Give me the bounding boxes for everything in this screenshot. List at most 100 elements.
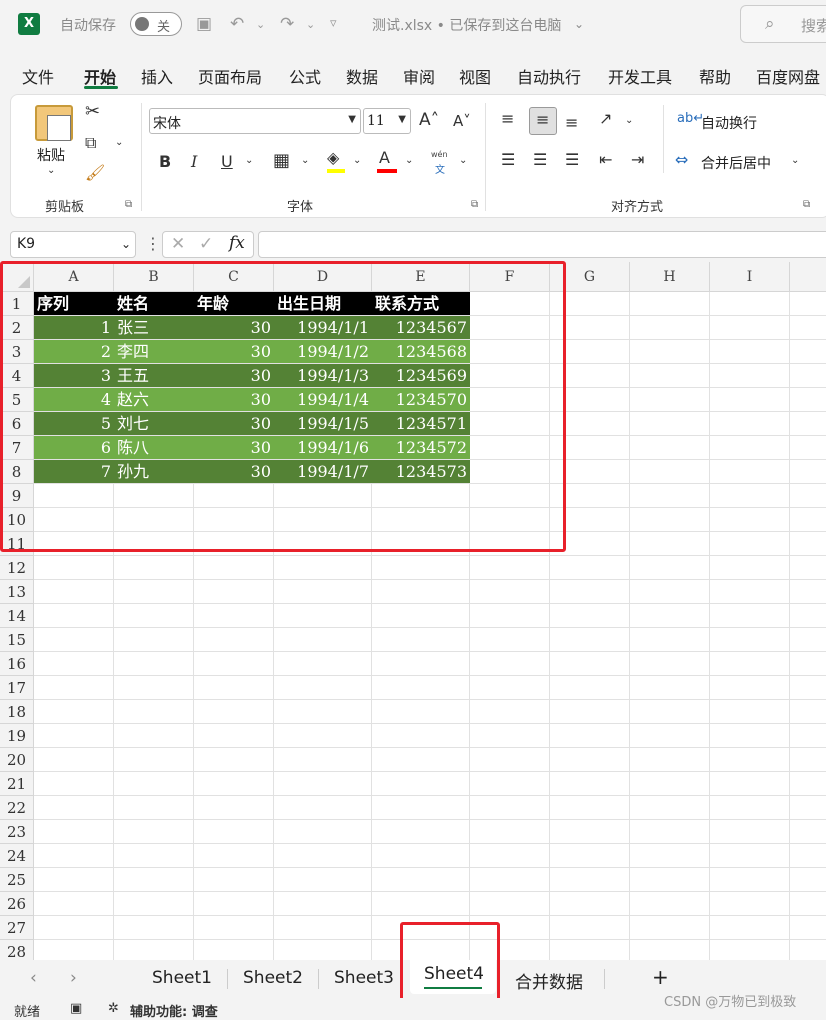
row-header[interactable]: 17	[0, 676, 34, 700]
tab-file[interactable]: 文件	[22, 64, 54, 88]
column-header[interactable]	[790, 262, 826, 292]
tab-view[interactable]: 视图	[459, 64, 491, 88]
tab-developer[interactable]: 开发工具	[608, 64, 672, 88]
row-header[interactable]: 16	[0, 652, 34, 676]
row-header[interactable]: 21	[0, 772, 34, 796]
paste-dropdown-icon[interactable]: ⌄	[47, 165, 55, 176]
merge-center-button[interactable]: 合并后居中	[701, 153, 771, 173]
row-header[interactable]: 23	[0, 820, 34, 844]
more-options-icon[interactable]: ⋮	[145, 234, 161, 253]
redo-icon[interactable]: ↷	[280, 14, 294, 34]
sheet-tab-merged-data[interactable]: 合并数据	[515, 968, 583, 993]
align-middle-button[interactable]: ≡	[529, 107, 557, 135]
name-box[interactable]: K9 ⌄	[10, 231, 136, 258]
search-box[interactable]: ⌕ 搜索	[740, 5, 826, 43]
font-name-select[interactable]: 宋体 ▼	[149, 108, 361, 134]
decrease-font-icon[interactable]: A˅	[453, 112, 471, 130]
font-launcher-icon[interactable]: ⧉	[471, 199, 478, 210]
column-header[interactable]: I	[710, 262, 790, 292]
search-placeholder: 搜索	[801, 17, 826, 35]
row-header[interactable]: 19	[0, 724, 34, 748]
format-painter-icon[interactable]: 🖌	[85, 163, 105, 182]
scroll-right-icon[interactable]: ›	[70, 968, 77, 988]
gridline	[709, 292, 710, 960]
tab-help[interactable]: 帮助	[699, 64, 731, 88]
orientation-icon[interactable]: ↗	[599, 109, 612, 128]
row-header[interactable]: 18	[0, 700, 34, 724]
increase-font-icon[interactable]: A˄	[419, 110, 439, 130]
save-icon[interactable]: ▣	[196, 14, 212, 34]
document-title[interactable]: 测试.xlsx • 已保存到这台电脑	[372, 15, 561, 35]
title-chevron-down-icon[interactable]: ⌄	[574, 17, 584, 31]
orientation-dropdown-icon[interactable]: ⌄	[625, 115, 633, 126]
italic-button[interactable]: I	[191, 152, 197, 171]
borders-icon[interactable]: ▦	[273, 150, 290, 171]
cancel-icon[interactable]: ✕	[171, 234, 185, 254]
row-header[interactable]: 26	[0, 892, 34, 916]
sheet-tab-sheet1[interactable]: Sheet1	[152, 968, 212, 988]
macro-record-icon[interactable]: ▣	[70, 1001, 82, 1016]
redo-dropdown-icon[interactable]: ⌄	[306, 18, 315, 31]
align-bottom-icon[interactable]: ≡	[565, 113, 578, 132]
pinyin-guide-icon[interactable]: wén	[431, 150, 448, 159]
row-header[interactable]: 15	[0, 628, 34, 652]
borders-dropdown-icon[interactable]: ⌄	[301, 155, 309, 166]
align-left-icon[interactable]: ☰	[501, 150, 515, 169]
tab-review[interactable]: 审阅	[403, 64, 435, 88]
row-header[interactable]: 20	[0, 748, 34, 772]
clipboard-launcher-icon[interactable]: ⧉	[125, 199, 132, 210]
tab-formulas[interactable]: 公式	[289, 64, 321, 88]
enter-icon[interactable]: ✓	[199, 234, 213, 254]
tab-data[interactable]: 数据	[346, 64, 378, 88]
row-header[interactable]: 25	[0, 868, 34, 892]
alignment-group-label: 对齐方式	[611, 200, 664, 215]
tab-baidu-netdisk[interactable]: 百度网盘	[756, 64, 820, 88]
undo-dropdown-icon[interactable]: ⌄	[256, 18, 265, 31]
fill-color-dropdown-icon[interactable]: ⌄	[353, 155, 361, 166]
alignment-launcher-icon[interactable]: ⧉	[803, 199, 810, 210]
font-size-select[interactable]: 11 ▼	[363, 108, 411, 134]
sheet-tab-sheet2[interactable]: Sheet2	[243, 968, 303, 988]
add-sheet-button[interactable]: +	[652, 965, 669, 989]
tab-insert[interactable]: 插入	[141, 64, 173, 88]
increase-indent-icon[interactable]: ⇥	[631, 150, 644, 169]
customize-toolbar-icon[interactable]: ▿	[330, 16, 337, 31]
row-header[interactable]: 12	[0, 556, 34, 580]
fill-color-icon[interactable]: ◈	[327, 148, 339, 167]
copy-dropdown-icon[interactable]: ⌄	[115, 137, 123, 148]
align-center-icon[interactable]: ☰	[533, 150, 547, 169]
underline-button[interactable]: U	[221, 152, 233, 171]
wrap-text-button[interactable]: 自动换行	[701, 113, 757, 133]
row-header[interactable]: 14	[0, 604, 34, 628]
row-header[interactable]: 28	[0, 940, 34, 960]
autosave-toggle[interactable]: 关	[130, 12, 182, 36]
tab-automate[interactable]: 自动执行	[517, 64, 581, 88]
decrease-indent-icon[interactable]: ⇤	[599, 150, 612, 169]
row-header[interactable]: 13	[0, 580, 34, 604]
sheet-tab-sheet3[interactable]: Sheet3	[334, 968, 394, 988]
row-header[interactable]: 27	[0, 916, 34, 940]
accessibility-status[interactable]: 辅助功能: 调查	[130, 1001, 218, 1020]
paste-button[interactable]: 粘贴	[37, 145, 65, 165]
row-header[interactable]: 22	[0, 796, 34, 820]
gridline	[34, 699, 826, 700]
column-header[interactable]: H	[630, 262, 710, 292]
row-header[interactable]: 24	[0, 844, 34, 868]
font-color-icon[interactable]: A	[379, 148, 390, 167]
align-right-icon[interactable]: ☰	[565, 150, 579, 169]
insert-function-icon[interactable]: fx	[229, 233, 245, 253]
underline-dropdown-icon[interactable]: ⌄	[245, 155, 253, 166]
cut-icon[interactable]: ✂	[85, 101, 100, 122]
scroll-left-icon[interactable]: ‹	[30, 968, 37, 988]
undo-icon[interactable]: ↶	[230, 14, 244, 34]
font-color-dropdown-icon[interactable]: ⌄	[405, 155, 413, 166]
tab-page-layout[interactable]: 页面布局	[198, 64, 262, 88]
pinyin-dropdown-icon[interactable]: ⌄	[459, 155, 467, 166]
paste-icon[interactable]	[35, 105, 73, 141]
align-top-icon[interactable]: ≡	[501, 109, 514, 128]
tab-home[interactable]: 开始	[84, 64, 116, 88]
merge-dropdown-icon[interactable]: ⌄	[791, 155, 799, 166]
copy-icon[interactable]: ⧉	[85, 133, 96, 153]
bold-button[interactable]: B	[159, 152, 171, 171]
formula-input[interactable]	[258, 231, 826, 258]
